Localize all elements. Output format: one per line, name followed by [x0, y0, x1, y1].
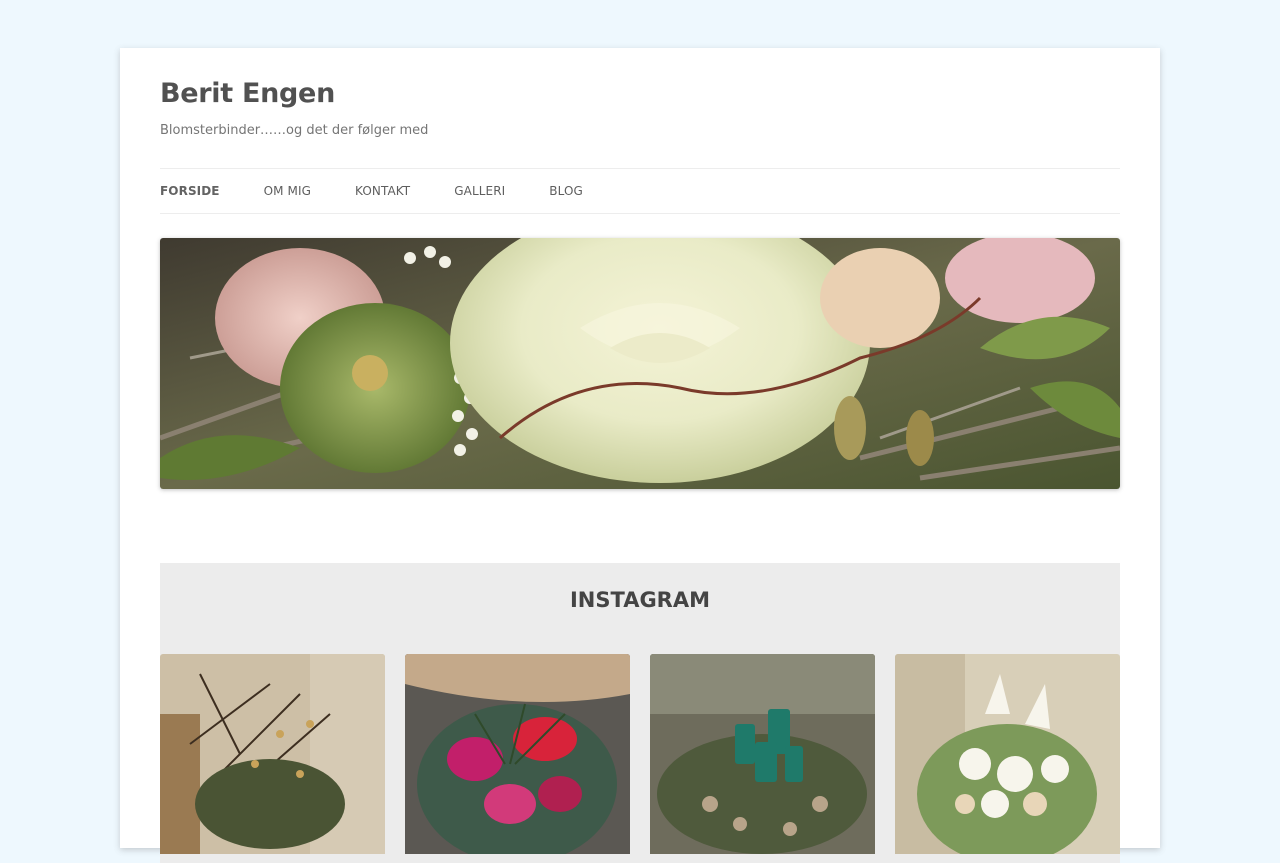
white-lilies-photo [895, 654, 1120, 854]
nav-item-galleri[interactable]: GALLERI [454, 184, 505, 198]
candle-wreath-photo [650, 654, 875, 854]
nav-item-om-mig[interactable]: OM MIG [264, 184, 311, 198]
flower-arrangement-photo [160, 238, 1120, 489]
instagram-section: INSTAGRAM [160, 563, 1120, 863]
instagram-tile-1[interactable] [160, 654, 385, 854]
nav-item-forside[interactable]: FORSIDE [160, 184, 220, 198]
instagram-tile-4[interactable] [895, 654, 1120, 854]
instagram-title: INSTAGRAM [569, 588, 711, 612]
instagram-tile-2[interactable] [405, 654, 630, 854]
instagram-tile-3[interactable] [650, 654, 875, 854]
header-image [160, 238, 1120, 489]
site-title[interactable]: Berit Engen [160, 78, 335, 109]
red-bouquet-photo [405, 654, 630, 854]
page-container: Berit Engen Blomsterbinder……og det der f… [120, 48, 1160, 863]
main-navigation: FORSIDE OM MIG KONTAKT GALLERI BLOG [160, 168, 1120, 214]
nav-item-blog[interactable]: BLOG [549, 184, 583, 198]
nav-item-kontakt[interactable]: KONTAKT [355, 184, 410, 198]
branch-arrangement-photo [160, 654, 385, 854]
instagram-grid [160, 654, 1120, 854]
site-description: Blomsterbinder……og det der følger med [160, 123, 429, 138]
